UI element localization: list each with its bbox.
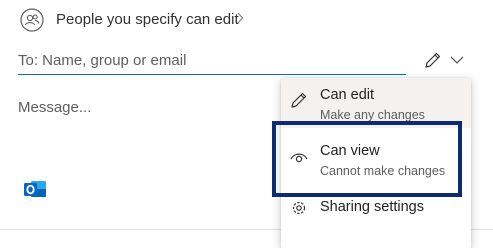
chevron-down-icon[interactable] <box>449 52 465 68</box>
people-icon <box>20 8 44 32</box>
menu-item-title: Sharing settings <box>320 199 424 215</box>
recipients-input[interactable] <box>18 48 406 75</box>
chevron-right-icon[interactable] <box>235 11 245 25</box>
pencil-icon <box>289 90 309 110</box>
menu-item-subtitle: Make any changes <box>320 108 425 122</box>
pencil-icon[interactable] <box>423 50 443 70</box>
message-input[interactable] <box>18 94 268 120</box>
outlook-icon[interactable] <box>20 174 50 204</box>
gear-icon <box>289 198 309 218</box>
permission-link[interactable]: People you specify can edit <box>56 11 239 28</box>
menu-item-title: Can edit <box>320 87 375 103</box>
highlight-box <box>272 121 462 197</box>
